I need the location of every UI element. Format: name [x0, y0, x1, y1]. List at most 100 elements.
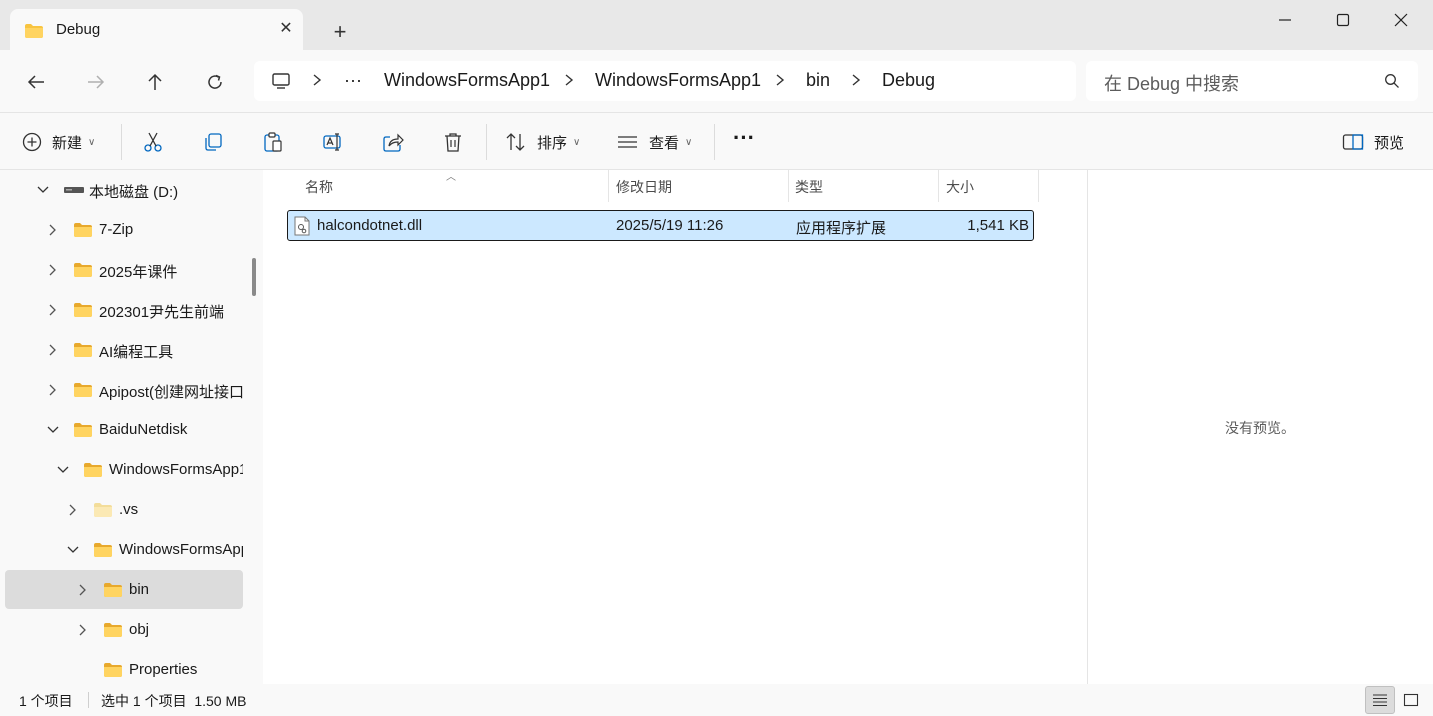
nav-item-obj[interactable]: obj — [5, 611, 243, 649]
search-icon[interactable] — [1384, 73, 1400, 93]
column-header-size[interactable]: 大小 — [946, 177, 974, 197]
delete-button[interactable] — [442, 127, 464, 157]
drive-icon — [64, 187, 84, 193]
nav-item-baidunetdisk[interactable]: BaiduNetdisk — [5, 411, 243, 449]
rename-button[interactable] — [322, 127, 344, 157]
column-divider[interactable] — [788, 170, 789, 202]
chevron-down-icon[interactable] — [46, 423, 60, 437]
divider — [714, 124, 715, 160]
large-icons-view-button[interactable] — [1396, 686, 1426, 714]
preview-button[interactable]: 预览 — [1342, 127, 1404, 157]
breadcrumb-windowsformsapp1-sub[interactable]: WindowsFormsApp1 — [595, 70, 761, 91]
folder-icon — [74, 263, 92, 277]
folder-icon — [74, 383, 92, 397]
preview-pane-icon — [1342, 134, 1364, 150]
chevron-right-icon[interactable] — [564, 73, 574, 91]
chevron-right-icon[interactable] — [46, 303, 60, 317]
column-header-type[interactable]: 类型 — [795, 177, 823, 197]
nav-item-local-disk-d[interactable]: 本地磁盘 (D:) — [5, 171, 243, 209]
dll-file-icon — [294, 216, 310, 236]
sort-button[interactable]: 排序 ∨ — [505, 127, 580, 157]
chevron-down-icon[interactable] — [56, 463, 70, 477]
search-input[interactable]: 在 Debug 中搜索 — [1104, 70, 1239, 96]
chevron-right-icon[interactable] — [775, 73, 785, 91]
nav-item-label: obj — [129, 621, 150, 638]
column-divider[interactable] — [1038, 170, 1039, 202]
maximize-icon[interactable] — [1314, 0, 1372, 40]
file-list[interactable]: ︿ 名称 修改日期 类型 大小 halcondotnet.dll 2025/5/… — [263, 170, 1087, 684]
breadcrumb-bin[interactable]: bin — [806, 70, 830, 91]
new-label: 新建 — [52, 134, 83, 152]
cut-button[interactable] — [142, 127, 164, 157]
column-divider[interactable] — [938, 170, 939, 202]
nav-item-bin[interactable]: bin — [5, 570, 243, 609]
up-arrow-icon[interactable] — [139, 66, 171, 98]
chevron-right-icon[interactable] — [46, 343, 60, 357]
item-count: 1 个项目 — [19, 693, 73, 709]
nav-item-ai-tools[interactable]: AI编程工具 — [5, 331, 243, 369]
search-box[interactable]: 在 Debug 中搜索 — [1086, 61, 1418, 101]
breadcrumb-windowsformsapp1[interactable]: WindowsFormsApp1 — [384, 70, 550, 91]
share-button[interactable] — [382, 127, 404, 157]
chevron-right-icon[interactable] — [46, 383, 60, 397]
minimize-icon[interactable] — [1256, 0, 1314, 40]
nav-item-label: AI编程工具 — [99, 344, 174, 361]
tab-debug[interactable]: Debug ✕ — [10, 9, 303, 50]
address-row: ··· WindowsFormsApp1 WindowsFormsApp1 bi… — [0, 50, 1433, 112]
nav-item-windowsformsapp1[interactable]: WindowsFormsApp1 — [5, 451, 243, 489]
refresh-icon[interactable] — [199, 66, 231, 98]
chevron-down-icon: ∨ — [88, 136, 96, 148]
nav-item-2025-courseware[interactable]: 2025年课件 — [5, 251, 243, 289]
nav-item-properties[interactable]: Properties — [5, 651, 243, 684]
folder-icon — [104, 623, 122, 637]
more-options-button[interactable]: ··· — [733, 123, 755, 153]
chevron-right-icon[interactable] — [46, 263, 60, 277]
nav-item-label: BaiduNetdisk — [99, 421, 188, 438]
nav-item-vs[interactable]: .vs — [5, 491, 243, 529]
chevron-right-icon[interactable] — [66, 503, 80, 517]
divider — [121, 124, 122, 160]
paste-button[interactable] — [262, 127, 284, 157]
column-header-name[interactable]: 名称 — [305, 177, 333, 197]
address-bar[interactable]: ··· WindowsFormsApp1 WindowsFormsApp1 bi… — [254, 61, 1076, 101]
breadcrumb-ellipsis[interactable]: ··· — [344, 70, 362, 91]
column-divider[interactable] — [608, 170, 609, 202]
tab-close-icon[interactable]: ✕ — [276, 19, 296, 39]
divider — [486, 124, 487, 160]
chevron-right-icon[interactable] — [76, 623, 90, 637]
chevron-down-icon[interactable] — [36, 183, 50, 197]
navigation-pane[interactable]: 本地磁盘 (D:) 7-Zip 2025年课件 202301尹先生前端 AI编程… — [0, 170, 263, 684]
nav-item-label: .vs — [119, 501, 139, 518]
nav-item-label: WindowsFormsApp1 — [109, 461, 243, 478]
details-view-icon — [1373, 694, 1387, 707]
nav-item-label: WindowsFormsApp1 — [119, 541, 243, 558]
copy-button[interactable] — [202, 127, 224, 157]
breadcrumb-debug[interactable]: Debug — [882, 70, 935, 91]
hidden-folder-icon — [94, 503, 112, 517]
nav-item-label: 7-Zip — [99, 221, 134, 238]
folder-icon — [24, 23, 44, 43]
new-button[interactable]: 新建 ∨ — [22, 127, 95, 157]
nav-item-apipost[interactable]: Apipost(创建网址接口 — [5, 371, 243, 409]
forward-arrow-icon[interactable] — [80, 66, 112, 98]
chevron-right-icon[interactable] — [76, 583, 90, 597]
window-close-icon[interactable] — [1372, 0, 1430, 40]
chevron-down-icon: ∨ — [573, 136, 581, 148]
chevron-right-icon[interactable] — [312, 73, 322, 91]
chevron-down-icon[interactable] — [66, 543, 80, 557]
nav-scrollbar-thumb[interactable] — [252, 258, 256, 296]
nav-item-202301[interactable]: 202301尹先生前端 — [5, 291, 243, 329]
view-label: 查看 — [649, 134, 680, 152]
nav-item-7-zip[interactable]: 7-Zip — [5, 211, 243, 249]
chevron-right-icon[interactable] — [46, 223, 60, 237]
chevron-right-icon[interactable] — [851, 73, 861, 91]
view-button[interactable]: 查看 ∨ — [617, 127, 692, 157]
nav-item-label: 2025年课件 — [99, 264, 178, 281]
nav-item-windowsformsapp1-sub[interactable]: WindowsFormsApp1 — [5, 531, 243, 569]
file-row-halcondotnet[interactable]: halcondotnet.dll 2025/5/19 11:26 应用程序扩展 … — [287, 210, 1034, 241]
back-arrow-icon[interactable] — [20, 66, 52, 98]
details-view-button[interactable] — [1365, 686, 1395, 714]
new-tab-button[interactable]: + — [325, 18, 355, 48]
column-header-modified[interactable]: 修改日期 — [616, 177, 672, 197]
status-bar: 1 个项目 选中 1 个项目 1.50 MB — [0, 684, 1433, 716]
